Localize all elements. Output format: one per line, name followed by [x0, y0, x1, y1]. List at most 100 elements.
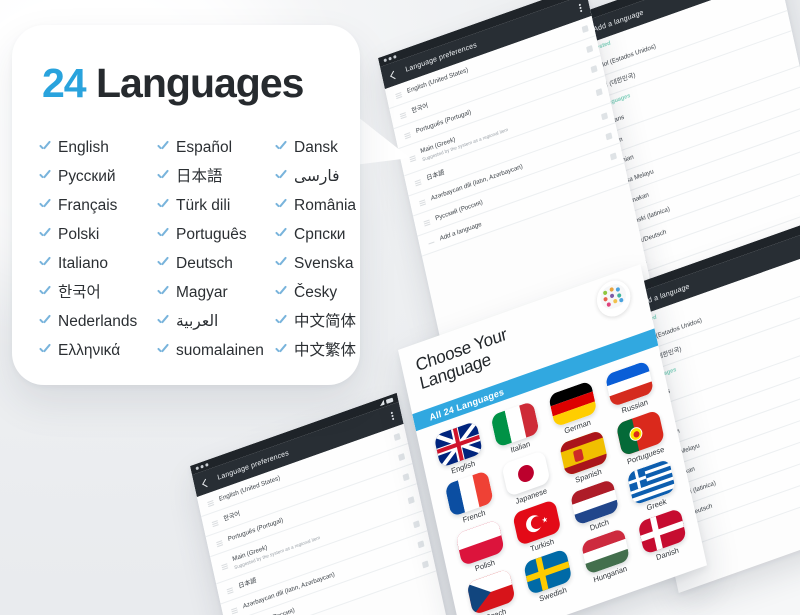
check-icon [38, 141, 51, 154]
language-label: Deutsch [176, 254, 233, 272]
language-item: Dansk [274, 133, 378, 162]
flag-denmark-icon [637, 507, 688, 555]
drag-handle-icon[interactable] [211, 519, 219, 527]
back-arrow-icon[interactable] [389, 69, 398, 80]
poster-title: Choose Your Language [414, 324, 512, 393]
language-item: Deutsch [156, 249, 274, 278]
check-icon [156, 141, 169, 154]
flag-czech-icon [466, 568, 516, 615]
row-checkbox[interactable] [402, 472, 410, 481]
check-icon [156, 286, 169, 299]
language-item: Magyar [156, 278, 274, 307]
row-checkbox[interactable] [421, 559, 429, 568]
speech-bubble-dots-logo [593, 275, 634, 322]
language-label: Polski [58, 225, 100, 243]
language-list: English Español Dansk Русский 日本語 فارسی … [38, 133, 356, 365]
drag-handle-icon[interactable] [395, 91, 403, 99]
check-icon [38, 170, 51, 183]
row-label: 한국어 [222, 510, 241, 523]
row-checkbox[interactable] [407, 496, 415, 505]
drag-handle-icon[interactable] [226, 586, 234, 594]
heading-word: Languages [96, 60, 304, 106]
check-icon [156, 228, 169, 241]
row-checkbox[interactable] [397, 452, 406, 461]
language-label: Magyar [176, 283, 228, 301]
row-checkbox[interactable] [600, 111, 608, 120]
language-label: Português [176, 225, 247, 243]
language-label: فارسی [294, 167, 340, 185]
language-label: Italiano [58, 254, 108, 272]
language-item: Česky [274, 278, 378, 307]
language-item: Românіa [274, 191, 378, 220]
language-item: Polski [38, 220, 156, 249]
language-item: Français [38, 191, 156, 220]
row-label: 日本語 [237, 576, 258, 591]
flag-cell[interactable]: Hungarian [575, 526, 638, 588]
drag-handle-icon[interactable] [231, 606, 238, 614]
flag-turkey-icon [512, 499, 562, 547]
language-item: 中文繁体 [274, 336, 378, 365]
row-checkbox[interactable] [605, 131, 613, 140]
language-item: Nederlands [38, 307, 156, 336]
check-icon [156, 315, 169, 328]
language-item: Ελληνικά [38, 336, 156, 365]
row-checkbox[interactable] [417, 539, 425, 548]
language-item: 한국어 [38, 278, 156, 307]
language-label: Nederlands [58, 312, 138, 330]
flag-uk-icon [433, 420, 483, 469]
flag-france-icon [444, 470, 494, 518]
drag-handle-icon[interactable] [419, 198, 426, 206]
language-label: Svenska [294, 254, 354, 272]
row-checkbox[interactable] [412, 519, 420, 528]
language-item: suomalainen [156, 336, 274, 365]
back-arrow-icon[interactable] [201, 477, 210, 488]
drag-handle-icon[interactable] [207, 499, 215, 507]
flag-cell[interactable]: Danish [632, 506, 695, 568]
language-item: Türk dili [156, 191, 274, 220]
overflow-menu-icon[interactable] [390, 411, 395, 421]
overflow-menu-icon[interactable] [578, 3, 583, 13]
language-label: suomalainen [176, 341, 264, 359]
language-label: Česky [294, 283, 338, 301]
callout-heading: 24 Languages [42, 60, 304, 107]
language-item: 中文简体 [274, 307, 378, 336]
phone-language-preferences-bottom[interactable]: Language preferences English (United Sta… [190, 392, 453, 615]
check-icon [38, 344, 51, 357]
language-item: Српски [274, 220, 378, 249]
check-icon [38, 228, 51, 241]
drag-handle-icon[interactable] [414, 178, 422, 186]
row-checkbox[interactable] [581, 24, 589, 33]
row-checkbox[interactable] [585, 44, 594, 53]
language-label: 中文简体 [294, 312, 357, 330]
drag-handle-icon[interactable] [423, 218, 431, 226]
row-checkbox[interactable] [393, 432, 401, 441]
check-icon [156, 257, 169, 270]
row-checkbox[interactable] [590, 64, 598, 73]
language-item: فارسی [274, 162, 378, 191]
drag-handle-icon[interactable] [221, 562, 229, 571]
check-icon [274, 257, 287, 270]
language-label: Русский [58, 167, 116, 185]
check-icon [274, 286, 287, 299]
flag-netherlands-icon [569, 478, 620, 526]
language-label: Dansk [294, 138, 338, 156]
language-item: Português [156, 220, 274, 249]
check-icon [274, 315, 287, 328]
language-label: Српски [294, 225, 346, 243]
language-item: English [38, 133, 156, 162]
check-icon [274, 228, 287, 241]
check-icon [274, 344, 287, 357]
heading-count: 24 [42, 60, 87, 106]
row-label: 日本語 [425, 168, 446, 183]
check-icon [38, 286, 51, 299]
drag-handle-icon[interactable] [216, 539, 223, 547]
language-item: العربية [156, 307, 274, 336]
flag-poland-icon [455, 519, 505, 567]
flag-cell[interactable]: Swedish [518, 546, 581, 608]
language-label: 日本語 [176, 167, 223, 185]
language-label: Ελληνικά [58, 341, 121, 359]
languages-callout-card: 24 Languages English Español Dansk Русск… [12, 25, 360, 385]
row-checkbox[interactable] [595, 88, 603, 97]
row-checkbox[interactable] [609, 151, 617, 160]
flag-italy-icon [490, 400, 541, 448]
